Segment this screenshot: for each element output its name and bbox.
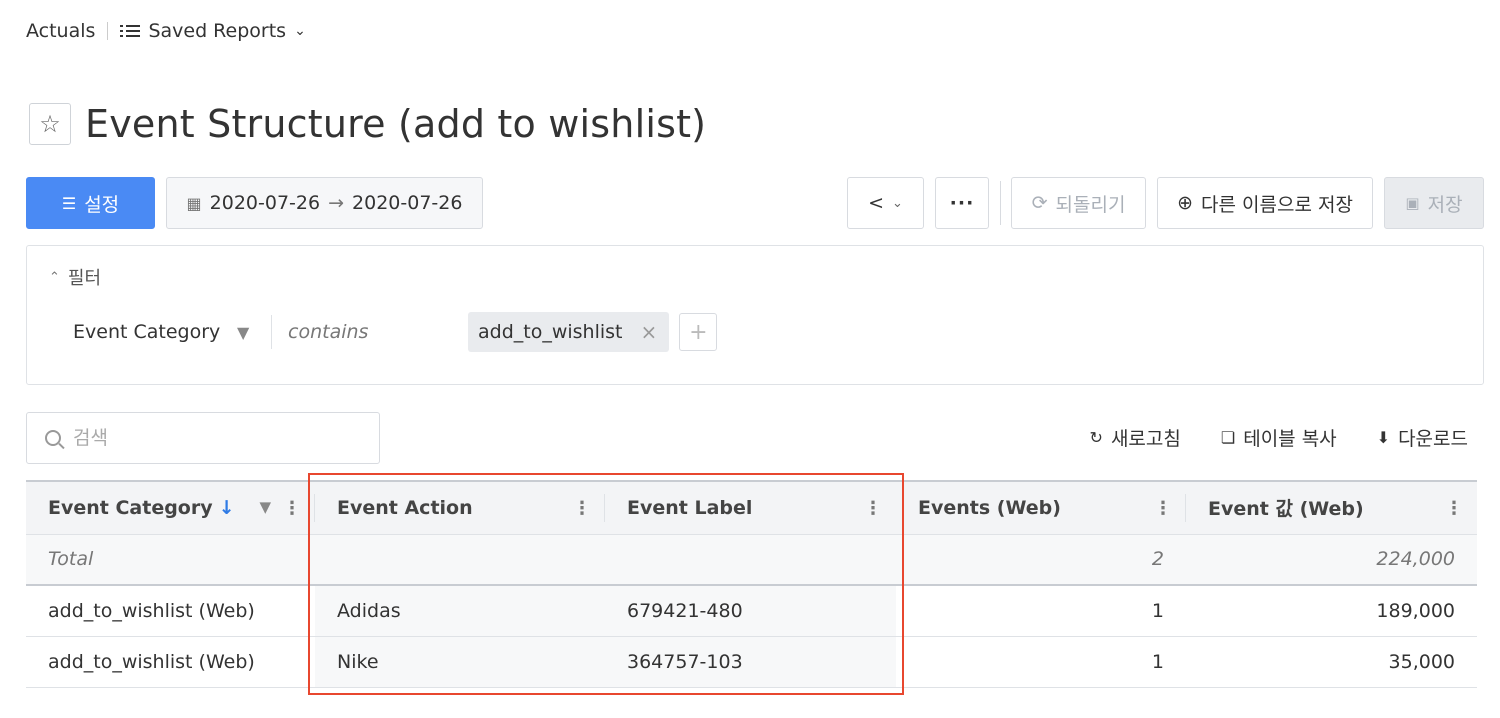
cell-event-action: Adidas <box>315 585 605 637</box>
filter-toggle[interactable]: ⌃ 필터 <box>49 264 101 290</box>
copy-icon: ❏ <box>1220 428 1236 447</box>
page-title: Event Structure (add to wishlist) <box>85 102 707 146</box>
cell-events: 1 <box>896 636 1186 688</box>
chevron-down-icon: ⌄ <box>294 23 306 39</box>
date-end: 2020-07-26 <box>352 192 463 214</box>
saved-reports-label: Saved Reports <box>148 20 287 42</box>
arrow-right-icon: → <box>328 192 345 214</box>
save-label: 저장 <box>1427 193 1463 216</box>
column-header-label: Events (Web) <box>918 496 1061 519</box>
total-row: Total 2 224,000 <box>26 534 1477 586</box>
report-toolbar: ☰ 설정 ▦ 2020-07-26 → 2020-07-26 < ⌄ ··· ⟳… <box>26 177 1484 229</box>
more-horizontal-icon: ··· <box>949 192 975 214</box>
table-header-row: Event Category ↓ ▼ ⋮ Event Action ⋮ Event… <box>26 480 1477 535</box>
table-row: add_to_wishlist (Web) Nike 364757-103 1 … <box>26 636 1477 688</box>
filter-operator[interactable]: contains <box>288 321 468 343</box>
filter-value-chip: add_to_wishlist × <box>468 312 670 352</box>
save-as-button[interactable]: ⊕ 다른 이름으로 저장 <box>1157 177 1373 229</box>
share-icon: < <box>868 192 884 214</box>
total-cell-empty <box>605 534 896 586</box>
column-header-events-web[interactable]: Events (Web) ⋮ <box>896 480 1186 535</box>
saved-reports-dropdown[interactable]: Saved Reports ⌄ <box>120 20 306 42</box>
table-actions: ↻ 새로고침 ❏ 테이블 복사 ⬇ 다운로드 <box>1090 424 1468 451</box>
filter-value-label: add_to_wishlist <box>478 321 623 343</box>
column-header-event-label[interactable]: Event Label ⋮ <box>605 480 896 535</box>
floppy-disk-icon: ▣ <box>1405 194 1420 212</box>
refresh-icon: ↻ <box>1089 428 1103 447</box>
revert-label: 되돌리기 <box>1055 193 1126 216</box>
search-icon <box>45 430 61 446</box>
column-header-label: Event 값 (Web) <box>1208 498 1364 521</box>
table-search <box>26 412 380 464</box>
cell-event-category: add_to_wishlist (Web) <box>26 585 315 637</box>
column-header-label: Event Category <box>48 496 213 519</box>
column-header-event-value-web[interactable]: Event 값 (Web) ⋮ <box>1186 480 1477 535</box>
settings-label: 설정 <box>84 193 120 216</box>
filter-panel: ⌃ 필터 Event Category ▼ contains add_to_wi… <box>26 245 1484 385</box>
column-header-label: Event Action <box>337 496 473 519</box>
column-header-event-category[interactable]: Event Category ↓ ▼ ⋮ <box>26 480 315 535</box>
breadcrumb-actuals[interactable]: Actuals <box>26 20 95 42</box>
date-range-picker[interactable]: ▦ 2020-07-26 → 2020-07-26 <box>166 177 483 229</box>
cell-events: 1 <box>896 585 1186 637</box>
refresh-label: 새로고침 <box>1110 428 1181 450</box>
table-row: add_to_wishlist (Web) Adidas 679421-480 … <box>26 585 1477 637</box>
cell-event-category: add_to_wishlist (Web) <box>26 636 315 688</box>
cell-event-label: 679421-480 <box>605 585 896 637</box>
add-filter-value-button[interactable]: + <box>679 313 718 351</box>
copy-table-label: 테이블 복사 <box>1243 428 1337 450</box>
list-icon <box>120 24 141 38</box>
breadcrumb-divider <box>107 22 109 40</box>
kebab-menu-icon[interactable]: ⋮ <box>1154 498 1172 519</box>
refresh-button[interactable]: ↻ 새로고침 <box>1090 424 1181 451</box>
report-table: Event Category ↓ ▼ ⋮ Event Action ⋮ Event… <box>26 480 1477 688</box>
add-circle-icon: ⊕ <box>1177 192 1193 214</box>
copy-table-button[interactable]: ❏ 테이블 복사 <box>1221 424 1337 451</box>
filter-header-label: 필터 <box>67 268 102 289</box>
total-label: Total <box>26 534 315 586</box>
date-start: 2020-07-26 <box>209 192 321 214</box>
chevron-down-icon: ⌄ <box>892 195 903 211</box>
favorite-star-button[interactable]: ☆ <box>29 103 71 145</box>
settings-button[interactable]: ☰ 설정 <box>26 177 155 229</box>
kebab-menu-icon[interactable]: ⋮ <box>283 498 301 519</box>
download-label: 다운로드 <box>1398 428 1468 450</box>
column-header-event-action[interactable]: Event Action ⋮ <box>315 480 605 535</box>
filter-condition-row: Event Category ▼ contains add_to_wishlis… <box>73 312 718 352</box>
save-as-label: 다른 이름으로 저장 <box>1201 193 1353 216</box>
total-cell-empty <box>315 534 605 586</box>
breadcrumb: Actuals Saved Reports ⌄ <box>26 20 306 42</box>
cell-event-value: 189,000 <box>1186 585 1477 637</box>
funnel-icon[interactable]: ▼ <box>237 323 271 342</box>
total-events: 2 <box>896 534 1186 586</box>
save-button[interactable]: ▣ 저장 <box>1384 177 1484 229</box>
sliders-icon: ☰ <box>61 193 77 213</box>
cell-event-label: 364757-103 <box>605 636 896 688</box>
share-button[interactable]: < ⌄ <box>847 177 924 229</box>
filter-divider <box>271 315 272 349</box>
history-icon: ⟳ <box>1031 192 1048 214</box>
download-icon: ⬇ <box>1376 428 1391 447</box>
revert-button[interactable]: ⟳ 되돌리기 <box>1011 177 1146 229</box>
chevron-up-icon: ⌃ <box>49 269 60 285</box>
filter-dimension[interactable]: Event Category <box>73 321 233 343</box>
cell-event-value: 35,000 <box>1186 636 1477 688</box>
column-header-label: Event Label <box>627 496 753 519</box>
calendar-icon: ▦ <box>186 193 202 213</box>
kebab-menu-icon[interactable]: ⋮ <box>864 498 882 519</box>
cell-event-action: Nike <box>315 636 605 688</box>
close-icon[interactable]: × <box>641 320 658 344</box>
title-row: ☆ Event Structure (add to wishlist) <box>29 102 706 146</box>
download-button[interactable]: ⬇ 다운로드 <box>1377 424 1468 451</box>
star-icon: ☆ <box>39 110 61 138</box>
total-value: 224,000 <box>1186 534 1477 586</box>
kebab-menu-icon[interactable]: ⋮ <box>1445 498 1463 519</box>
sort-arrow-down-icon[interactable]: ↓ <box>219 497 235 519</box>
toolbar-divider <box>1000 181 1001 225</box>
more-options-button[interactable]: ··· <box>935 177 989 229</box>
search-input[interactable] <box>73 427 353 449</box>
funnel-icon[interactable]: ▼ <box>259 498 271 516</box>
kebab-menu-icon[interactable]: ⋮ <box>573 498 591 519</box>
